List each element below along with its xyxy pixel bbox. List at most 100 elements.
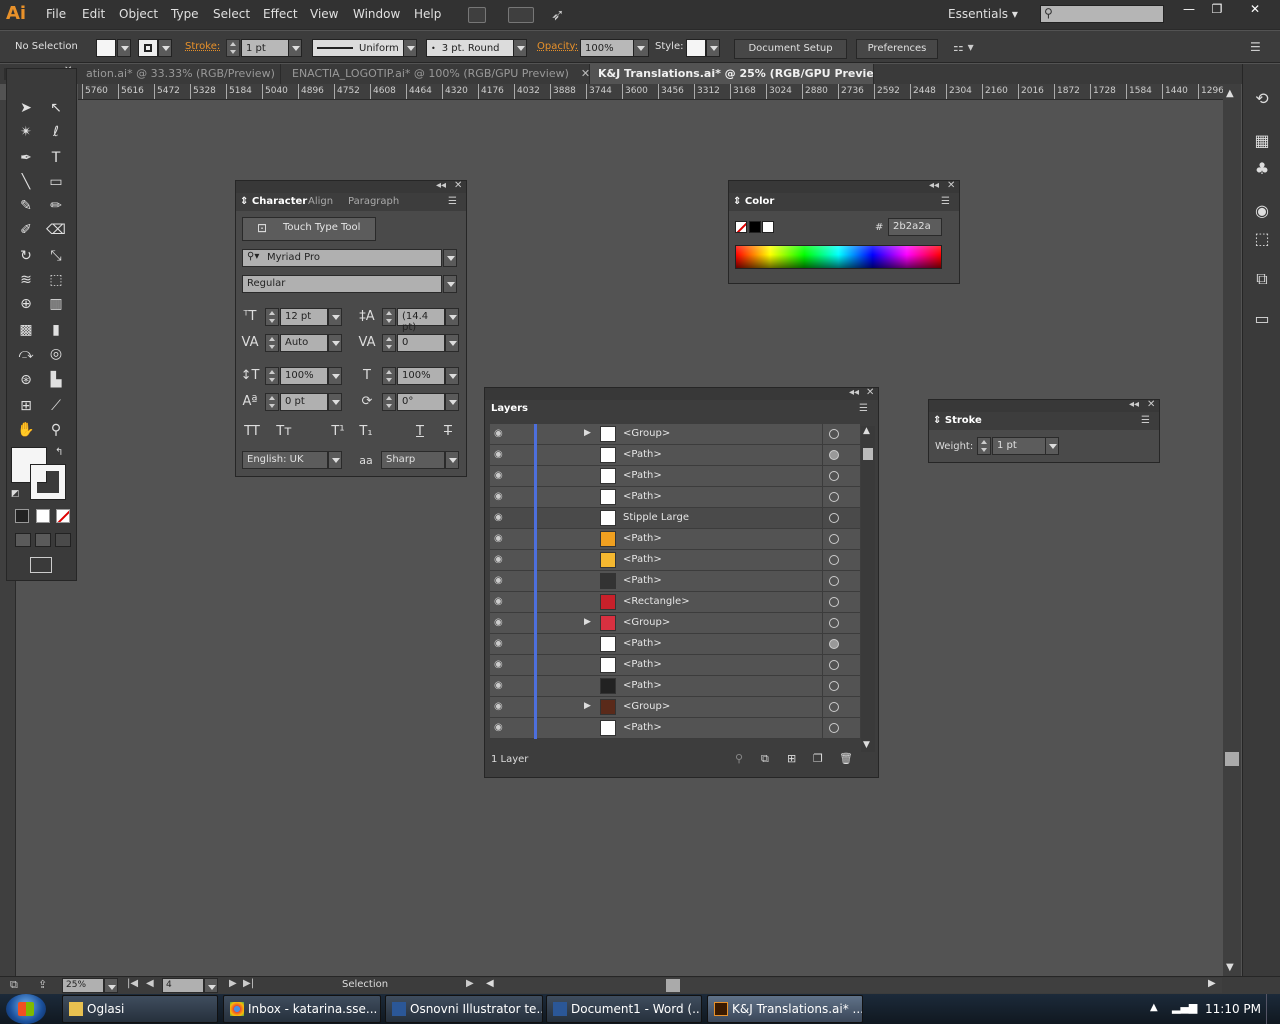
panel-menu-icon[interactable]: ☰ — [448, 196, 457, 207]
target-circle-icon[interactable] — [829, 681, 839, 691]
swatches-icon[interactable]: ▦ — [1253, 132, 1271, 150]
none-color-icon[interactable] — [735, 221, 747, 233]
variable-width-profile[interactable]: Uniform — [312, 39, 404, 57]
layer-row[interactable]: ◉ <Path> — [490, 445, 860, 466]
leading-field[interactable]: (14.4 pt) — [397, 308, 445, 333]
rotation-stepper[interactable] — [382, 393, 396, 411]
tab-stroke[interactable]: ⇕ Stroke — [933, 415, 982, 426]
superscript-icon[interactable]: T¹ — [328, 424, 348, 439]
asset-export-icon[interactable]: ⟲ — [1253, 90, 1271, 108]
visibility-eye-icon[interactable]: ◉ — [494, 470, 506, 482]
previous-artboard-icon[interactable]: ◀ — [146, 978, 154, 989]
gradient-tool-icon[interactable]: ▮ — [44, 319, 68, 341]
rotation-dropdown[interactable] — [445, 393, 459, 411]
lasso-tool-icon[interactable]: ℓ — [44, 121, 68, 143]
antialias-dropdown[interactable] — [445, 451, 459, 469]
pencil-tool-icon[interactable]: ✏ — [44, 195, 68, 217]
menu-file[interactable]: File — [46, 7, 66, 21]
gradient-icon[interactable]: ▭ — [1253, 310, 1271, 328]
layers-scrollbar[interactable]: ▲ ▼ — [861, 426, 875, 752]
tab-document-1[interactable]: ation.ai* @ 33.33% (RGB/Preview)✕ — [78, 64, 281, 84]
visibility-eye-icon[interactable]: ◉ — [494, 428, 506, 440]
weight-field[interactable]: 1 pt — [992, 437, 1046, 455]
layer-row[interactable]: ◉ <Path> — [490, 466, 860, 487]
opacity-dropdown[interactable] — [633, 39, 649, 57]
visibility-eye-icon[interactable]: ◉ — [494, 701, 506, 713]
font-size-dropdown[interactable] — [328, 308, 342, 326]
artboard-number-field[interactable]: 4 — [162, 978, 204, 993]
menu-help[interactable]: Help — [414, 7, 441, 21]
brush-dropdown[interactable] — [513, 39, 527, 57]
show-hidden-icons-icon[interactable]: ▲ — [1150, 1002, 1158, 1013]
panel-menu-icon[interactable]: ☰ — [1250, 40, 1261, 54]
brush-definition[interactable]: • 3 pt. Round — [426, 39, 514, 57]
width-tool-icon[interactable]: ≋ — [14, 269, 38, 291]
black-color-swatch[interactable] — [749, 221, 761, 233]
workspace-switcher[interactable]: Essentials ▾ — [948, 7, 1018, 21]
paintbrush-tool-icon[interactable]: ✎ — [14, 195, 38, 217]
scroll-down-icon[interactable]: ▼ — [1226, 962, 1234, 973]
close-button[interactable]: ✕ — [1238, 2, 1272, 20]
horizontal-scroll-thumb[interactable] — [666, 979, 680, 992]
minimize-button[interactable]: — — [1174, 2, 1204, 20]
fill-swatch[interactable] — [96, 39, 116, 57]
kerning-field[interactable]: Auto — [280, 334, 328, 352]
visibility-eye-icon[interactable]: ◉ — [494, 596, 506, 608]
menu-type[interactable]: Type — [171, 7, 199, 21]
color-spectrum[interactable] — [735, 245, 942, 269]
scale-tool-icon[interactable]: ⤡ — [44, 245, 68, 267]
antialias-field[interactable]: Sharp — [381, 451, 445, 469]
selection-tool-icon[interactable]: ➤ — [14, 97, 38, 119]
layer-row[interactable]: ◉ <Rectangle> — [490, 592, 860, 613]
layer-row[interactable]: ◉ <Path> — [490, 571, 860, 592]
weight-dropdown[interactable] — [1045, 437, 1059, 455]
expand-triangle-icon[interactable]: ▶ — [584, 617, 591, 627]
stroke-weight-stepper[interactable] — [226, 39, 240, 57]
collapse-icon[interactable]: ◂◂ — [849, 387, 859, 398]
tab-align[interactable]: Align — [308, 196, 333, 207]
profile-dropdown[interactable] — [403, 39, 417, 57]
draw-behind-icon[interactable] — [35, 533, 51, 547]
blend-tool-icon[interactable]: ◎ — [44, 343, 68, 365]
tracking-stepper[interactable] — [382, 334, 396, 352]
perspective-grid-tool-icon[interactable]: ▥ — [44, 293, 68, 315]
font-size-stepper[interactable] — [265, 308, 279, 326]
horizontal-scale-dropdown[interactable] — [445, 367, 459, 385]
leading-dropdown[interactable] — [445, 308, 459, 326]
locate-object-icon[interactable]: ⚲ — [735, 752, 743, 765]
target-circle-icon[interactable] — [829, 450, 839, 460]
free-transform-tool-icon[interactable]: ⬚ — [44, 269, 68, 291]
draw-inside-icon[interactable] — [55, 533, 71, 547]
line-tool-icon[interactable]: ╲ — [14, 171, 38, 193]
target-circle-icon[interactable] — [829, 702, 839, 712]
stroke-swatch-dropdown[interactable] — [158, 39, 172, 57]
scroll-right-icon[interactable]: ▶ — [1208, 978, 1216, 989]
taskbar-item-chrome[interactable]: Inbox - katarina.sse... — [223, 995, 381, 1023]
horizontal-scale-stepper[interactable] — [382, 367, 396, 385]
underline-icon[interactable]: T — [410, 424, 430, 439]
kerning-stepper[interactable] — [265, 334, 279, 352]
baseline-shift-field[interactable]: 0 pt — [280, 393, 328, 411]
layer-row[interactable]: ◉ ▶ <Group> — [490, 697, 860, 718]
stroke-weight-dropdown[interactable] — [288, 39, 302, 57]
layer-row[interactable]: ◉ ▶ <Group> — [490, 424, 860, 445]
target-circle-icon[interactable] — [829, 429, 839, 439]
draw-normal-icon[interactable] — [15, 533, 31, 547]
direct-selection-tool-icon[interactable]: ↖ — [44, 97, 68, 119]
font-style-dropdown[interactable] — [443, 275, 457, 293]
target-circle-icon[interactable] — [829, 639, 839, 649]
restore-button[interactable]: ❐ — [1202, 2, 1232, 20]
scroll-up-icon[interactable]: ▲ — [1226, 88, 1234, 99]
preferences-button[interactable]: Preferences — [856, 39, 938, 59]
layer-row[interactable]: ◉ ▶ <Group> — [490, 613, 860, 634]
graphic-style-dropdown[interactable] — [706, 39, 720, 57]
font-size-field[interactable]: 12 pt — [280, 308, 328, 326]
mesh-tool-icon[interactable]: ▩ — [14, 319, 38, 341]
help-search-input[interactable]: ⚲ — [1040, 5, 1164, 23]
tab-document-active[interactable]: K&J Translations.ai* @ 25% (RGB/GPU Prev… — [590, 64, 874, 84]
layer-row[interactable]: ◉ <Path> — [490, 550, 860, 571]
vertical-scale-stepper[interactable] — [265, 367, 279, 385]
layers-scroll-thumb[interactable] — [863, 448, 873, 460]
appearance-icon[interactable]: ◉ — [1253, 202, 1271, 220]
taskbar-item-word-2[interactable]: Document1 - Word (... — [546, 995, 702, 1023]
